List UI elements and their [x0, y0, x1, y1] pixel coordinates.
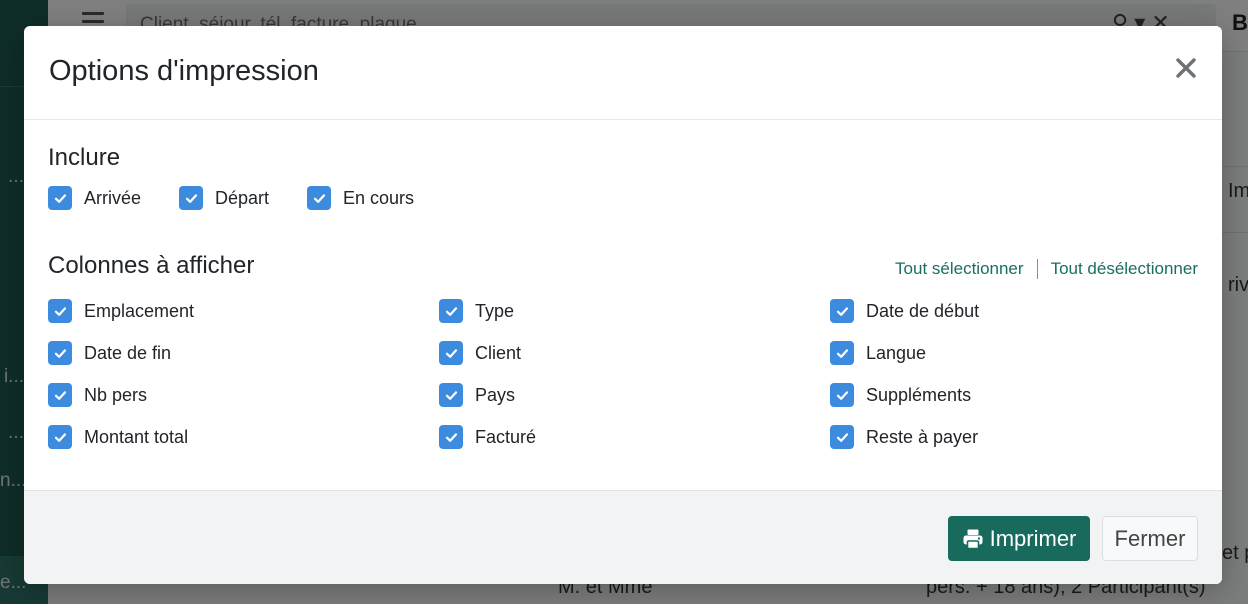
print-button[interactable]: Imprimer — [948, 516, 1090, 561]
select-all-link[interactable]: Tout sélectionner — [895, 259, 1024, 279]
option-label: Date de fin — [84, 342, 172, 363]
close-button[interactable] — [1172, 53, 1200, 85]
column-option-emplacement[interactable]: Emplacement — [48, 299, 194, 323]
option-label: Reste à payer — [866, 426, 979, 447]
option-label: Type — [475, 300, 515, 321]
include-section-title: Inclure — [48, 144, 121, 171]
checkbox-checked[interactable] — [830, 299, 854, 323]
checkbox-checked[interactable] — [439, 383, 463, 407]
checkbox-checked[interactable] — [48, 186, 72, 210]
dialog-title: Options d'impression — [49, 55, 319, 87]
option-label: Pays — [475, 384, 516, 405]
checkbox-checked[interactable] — [439, 299, 463, 323]
option-label: Arrivée — [84, 187, 142, 208]
dialog-header: Options d'impression — [24, 26, 1222, 120]
check-icon — [836, 432, 848, 442]
checkbox-checked[interactable] — [179, 186, 203, 210]
column-option-supplements[interactable]: Suppléments — [830, 383, 971, 407]
column-option-date-debut[interactable]: Date de début — [830, 299, 979, 323]
column-option-date-fin[interactable]: Date de fin — [48, 341, 171, 365]
deselect-all-link[interactable]: Tout désélectionner — [1051, 259, 1198, 279]
checkbox-checked[interactable] — [830, 425, 854, 449]
columns-section-title: Colonnes à afficher — [48, 252, 255, 279]
option-label: Montant total — [84, 426, 189, 447]
include-depart-option[interactable]: Départ — [179, 186, 269, 210]
option-label: Langue — [866, 342, 927, 363]
print-button-label: Imprimer — [989, 525, 1077, 551]
check-icon — [836, 390, 848, 400]
column-option-facture[interactable]: Facturé — [439, 425, 536, 449]
check-icon — [445, 348, 457, 358]
close-icon — [1176, 57, 1196, 78]
checkbox-checked[interactable] — [307, 186, 331, 210]
divider — [1036, 259, 1038, 279]
option-label: Nb pers — [84, 384, 148, 405]
check-icon — [445, 390, 457, 400]
check-icon — [445, 432, 457, 442]
check-icon — [54, 193, 66, 203]
option-label: Emplacement — [84, 300, 195, 321]
checkbox-checked[interactable] — [830, 341, 854, 365]
checkbox-checked[interactable] — [830, 383, 854, 407]
checkbox-checked[interactable] — [48, 341, 72, 365]
include-en-cours-option[interactable]: En cours — [307, 186, 414, 210]
column-option-type[interactable]: Type — [439, 299, 514, 323]
option-label: Date de début — [866, 300, 980, 321]
printer-icon — [963, 529, 983, 549]
check-icon — [836, 306, 848, 316]
option-label: Client — [475, 342, 522, 363]
check-icon — [54, 348, 66, 358]
print-options-dialog: Options d'impression Inclure Arrivée Dép… — [24, 26, 1222, 584]
selection-links: Tout sélectionner Tout désélectionner — [895, 259, 1198, 279]
column-option-langue[interactable]: Langue — [830, 341, 926, 365]
check-icon — [836, 348, 848, 358]
check-icon — [54, 306, 66, 316]
checkbox-checked[interactable] — [48, 425, 72, 449]
option-label: Départ — [215, 187, 270, 208]
checkbox-checked[interactable] — [48, 299, 72, 323]
include-arrivee-option[interactable]: Arrivée — [48, 186, 141, 210]
option-label: Suppléments — [866, 384, 972, 405]
check-icon — [185, 193, 197, 203]
column-option-reste-a-payer[interactable]: Reste à payer — [830, 425, 978, 449]
option-label: Facturé — [475, 426, 537, 447]
column-option-pays[interactable]: Pays — [439, 383, 515, 407]
checkbox-checked[interactable] — [439, 425, 463, 449]
check-icon — [445, 306, 457, 316]
option-label: En cours — [343, 187, 415, 208]
column-option-client[interactable]: Client — [439, 341, 521, 365]
column-option-montant-total[interactable]: Montant total — [48, 425, 188, 449]
checkbox-checked[interactable] — [439, 341, 463, 365]
close-dialog-button[interactable]: Fermer — [1102, 516, 1198, 561]
check-icon — [313, 193, 325, 203]
checkbox-checked[interactable] — [48, 383, 72, 407]
check-icon — [54, 432, 66, 442]
column-option-nb-pers[interactable]: Nb pers — [48, 383, 147, 407]
check-icon — [54, 390, 66, 400]
dialog-footer: Imprimer Fermer — [24, 490, 1222, 584]
